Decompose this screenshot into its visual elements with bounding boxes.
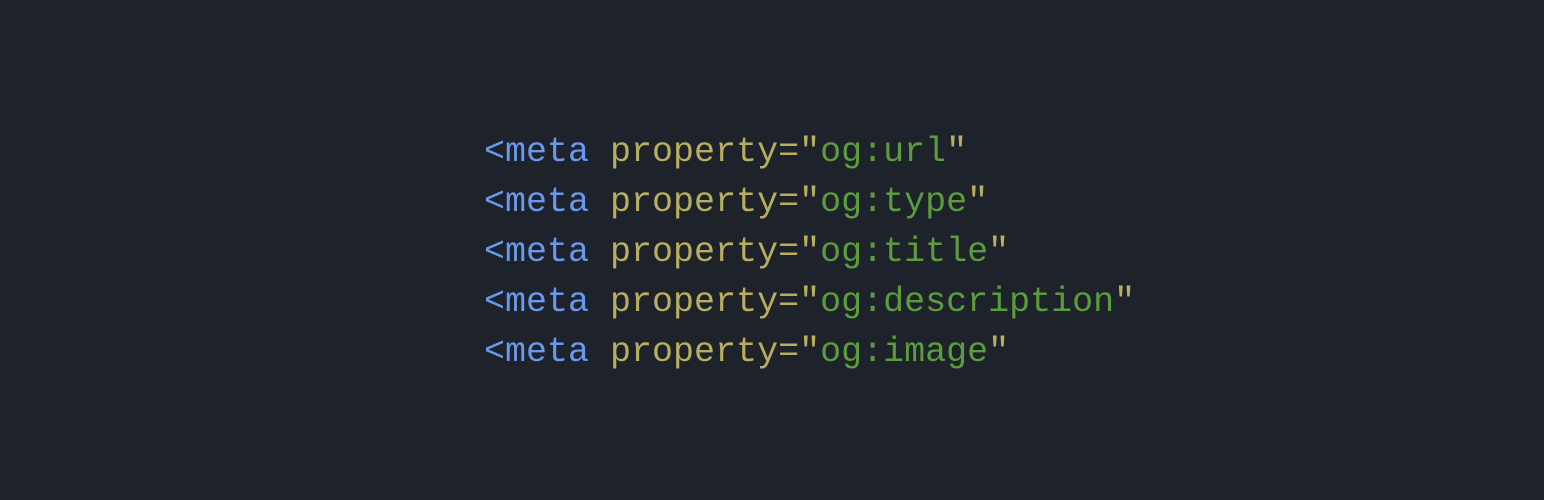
attribute-token: property [610, 282, 779, 322]
attribute-token: property [610, 132, 779, 172]
equals-token: = [778, 232, 800, 272]
tag-token: <meta [484, 182, 590, 222]
attribute-token: property [610, 332, 779, 372]
tag-token: <meta [484, 332, 590, 372]
quote-token: " [799, 182, 821, 222]
quote-token: " [799, 332, 821, 372]
attribute-token: property [610, 182, 779, 222]
equals-token: = [778, 282, 800, 322]
string-value-token: og:description [820, 282, 1115, 322]
attribute-token: property [610, 232, 779, 272]
string-value-token: og:url [820, 132, 947, 172]
string-value-token: og:image [820, 332, 989, 372]
code-line-og-url: <meta property="og:url" [484, 127, 1135, 177]
equals-token: = [778, 182, 800, 222]
tag-token: <meta [484, 282, 590, 322]
equals-token: = [778, 132, 800, 172]
code-snippet: <meta property="og:url" <meta property="… [484, 127, 1135, 377]
quote-token: " [799, 282, 821, 322]
quote-token: " [799, 232, 821, 272]
tag-token: <meta [484, 232, 590, 272]
tag-token: <meta [484, 132, 590, 172]
quote-token: " [799, 132, 821, 172]
quote-token: " [946, 132, 968, 172]
quote-token: " [988, 332, 1010, 372]
quote-token: " [1114, 282, 1136, 322]
code-line-og-image: <meta property="og:image" [484, 327, 1135, 377]
code-line-og-type: <meta property="og:type" [484, 177, 1135, 227]
code-line-og-description: <meta property="og:description" [484, 277, 1135, 327]
string-value-token: og:type [820, 182, 968, 222]
quote-token: " [988, 232, 1010, 272]
string-value-token: og:title [820, 232, 989, 272]
equals-token: = [778, 332, 800, 372]
code-line-og-title: <meta property="og:title" [484, 227, 1135, 277]
quote-token: " [967, 182, 989, 222]
